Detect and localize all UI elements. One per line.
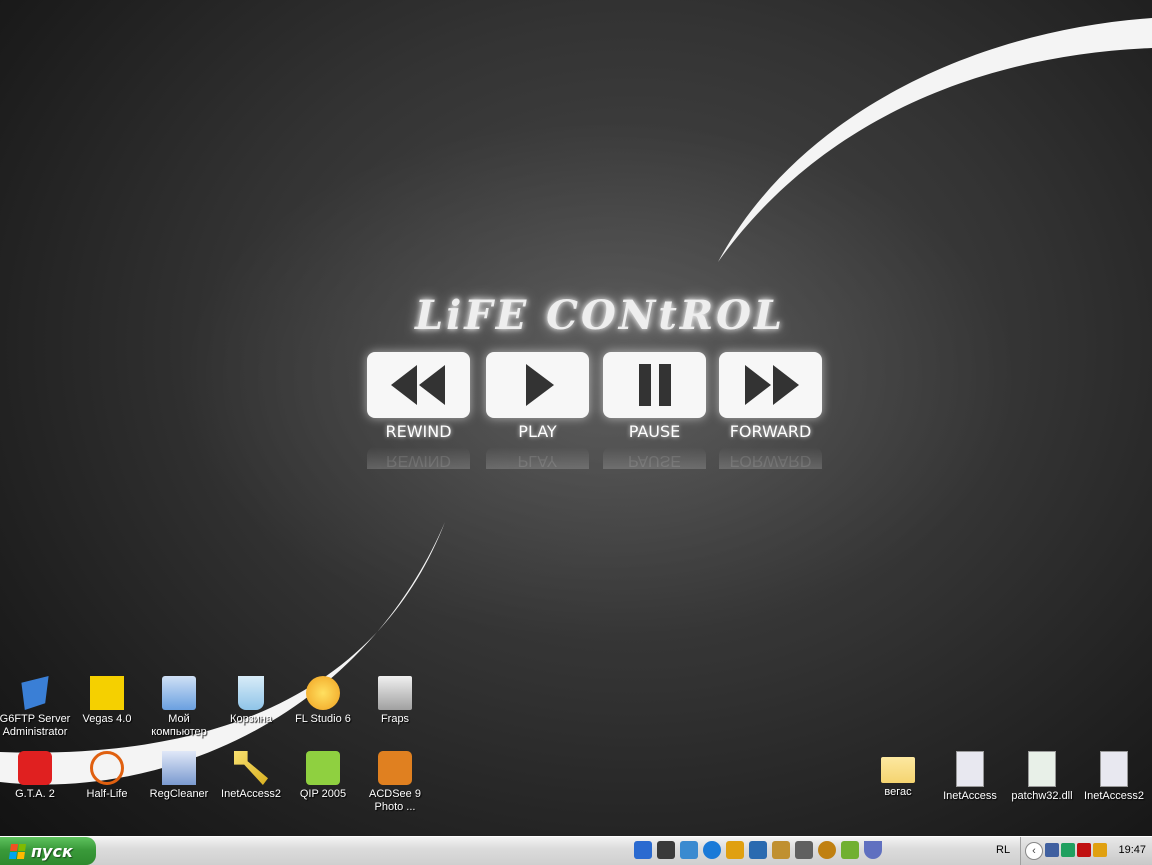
desktop-icon-label: InetAccess2	[1084, 790, 1144, 802]
qip-icon	[306, 751, 340, 785]
desktop-icon-fraps[interactable]: Fraps	[359, 676, 431, 726]
shield-tray-icon[interactable]	[1093, 843, 1107, 857]
desktop-icon-qip[interactable]: QIP 2005	[287, 751, 359, 801]
forward-icon	[744, 365, 799, 405]
forward-reflection: FORWARD	[719, 447, 822, 469]
ati-icon[interactable]	[1077, 843, 1091, 857]
desktop: LiFE CONtROL REWIND REWIND PLAY PLAY PAU…	[0, 0, 1152, 836]
g6ftp-icon	[21, 676, 49, 710]
rewind-label: REWIND	[385, 422, 452, 441]
clock[interactable]: 19:47	[1118, 844, 1146, 856]
shield-icon[interactable]	[864, 841, 882, 859]
half-life-icon	[90, 751, 124, 785]
pause-control: PAUSE PAUSE	[603, 352, 706, 469]
fraps-icon	[378, 676, 412, 710]
ie-browser-icon[interactable]	[703, 841, 721, 859]
desktop-icon-vegas[interactable]: Vegas 4.0	[71, 676, 143, 726]
windows-logo-icon	[8, 843, 27, 859]
desktop-icon-label: Vegas 4.0	[82, 713, 132, 725]
language-indicator[interactable]: RL	[996, 844, 1010, 856]
desktop-icon-label: G6FTP Server Administrator	[0, 713, 71, 738]
chevron-left-icon[interactable]: ‹	[1025, 842, 1043, 860]
vegas-icon	[90, 676, 124, 710]
key-icon	[234, 751, 268, 785]
system-tray: ‹ 19:47	[1020, 837, 1152, 865]
winamp-icon[interactable]	[772, 841, 790, 859]
desktop-icon-acdsee[interactable]: ACDSee 9 Photo ...	[359, 751, 431, 814]
desktop-icon-fl-studio[interactable]: FL Studio 6	[287, 676, 359, 726]
settings-file-icon	[956, 751, 984, 787]
desktop-icon-my-computer[interactable]: Мой компьютер	[143, 676, 215, 739]
pause-icon	[638, 364, 671, 406]
qip-icon[interactable]	[841, 841, 859, 859]
counter-strike-icon[interactable]	[657, 841, 675, 859]
desktop-icon-label: ACDSee 9 Photo ...	[369, 788, 421, 813]
regcleaner-icon	[162, 751, 196, 785]
wallpaper-title: LiFE CONtROL	[414, 292, 786, 339]
desktop-icon-label: вегас	[884, 786, 912, 798]
desktop-icon-vegas-folder[interactable]: вегас	[862, 751, 934, 799]
desktop-icon-label: Half-Life	[86, 788, 128, 800]
quick-launch	[634, 841, 882, 859]
acdsee-icon	[378, 751, 412, 785]
desktop-icon-label: Корзина	[230, 713, 272, 725]
my-computer-icon	[162, 676, 196, 710]
ie-icon[interactable]	[634, 841, 652, 859]
rewind-control: REWIND REWIND	[367, 352, 470, 469]
rewind-reflection: REWIND	[367, 447, 470, 469]
desktop-icon-label: InetAccess	[943, 790, 997, 802]
desktop-icon-gta2[interactable]: G.T.A. 2	[0, 751, 71, 801]
desktop-icon-recycle-bin[interactable]: Корзина	[215, 676, 287, 726]
recycle-bin-icon	[238, 676, 264, 710]
play-control: PLAY PLAY	[486, 352, 589, 469]
desktop-icon-inetaccess2-key[interactable]: InetAccess2	[215, 751, 287, 801]
media-icon[interactable]	[795, 841, 813, 859]
taskbar: пуск RL ‹ 19:47	[0, 836, 1152, 865]
desktop-icon-label: Мой компьютер	[151, 713, 207, 738]
pause-reflection: PAUSE	[603, 447, 706, 469]
forward-label: FORWARD	[729, 422, 812, 441]
desktop-icon-label: InetAccess2	[221, 788, 281, 800]
gta2-icon	[18, 751, 52, 785]
rewind-icon	[390, 365, 445, 405]
desktop-icon-inetaccess2[interactable]: InetAccess2	[1078, 751, 1150, 803]
folder-icon	[881, 757, 915, 783]
start-button[interactable]: пуск	[0, 837, 96, 865]
desktop-icon-patchw32[interactable]: patchw32.dll	[1006, 751, 1078, 803]
dll-file-icon	[1028, 751, 1056, 787]
desktop-icon-label: Fraps	[380, 713, 410, 725]
desktop-icon-label: RegCleaner	[149, 788, 209, 800]
fl-studio-icon	[306, 676, 340, 710]
desktop-icon-inetaccess[interactable]: InetAccess	[934, 751, 1006, 803]
security-icon[interactable]	[1061, 843, 1075, 857]
network-icon[interactable]	[1045, 843, 1059, 857]
desktop-icon-g6ftp[interactable]: G6FTP Server Administrator	[0, 676, 71, 739]
desktop-icon-label: FL Studio 6	[295, 713, 351, 725]
pause-label: PAUSE	[628, 422, 681, 441]
desktop-icon-label: patchw32.dll	[1011, 790, 1073, 802]
outlook-icon[interactable]	[749, 841, 767, 859]
msn-icon[interactable]	[680, 841, 698, 859]
flash-icon[interactable]	[726, 841, 744, 859]
settings-file-icon	[1100, 751, 1128, 787]
play-label: PLAY	[518, 422, 557, 441]
desktop-icon-regcleaner[interactable]: RegCleaner	[143, 751, 215, 801]
desktop-icon-label: QIP 2005	[299, 788, 347, 800]
warcraft-icon[interactable]	[818, 841, 836, 859]
desktop-icon-label: G.T.A. 2	[15, 788, 55, 800]
play-icon	[525, 364, 554, 406]
forward-control: FORWARD FORWARD	[719, 352, 822, 469]
desktop-icon-half-life[interactable]: Half-Life	[71, 751, 143, 801]
play-reflection: PLAY	[486, 447, 589, 469]
start-label: пуск	[31, 841, 73, 861]
